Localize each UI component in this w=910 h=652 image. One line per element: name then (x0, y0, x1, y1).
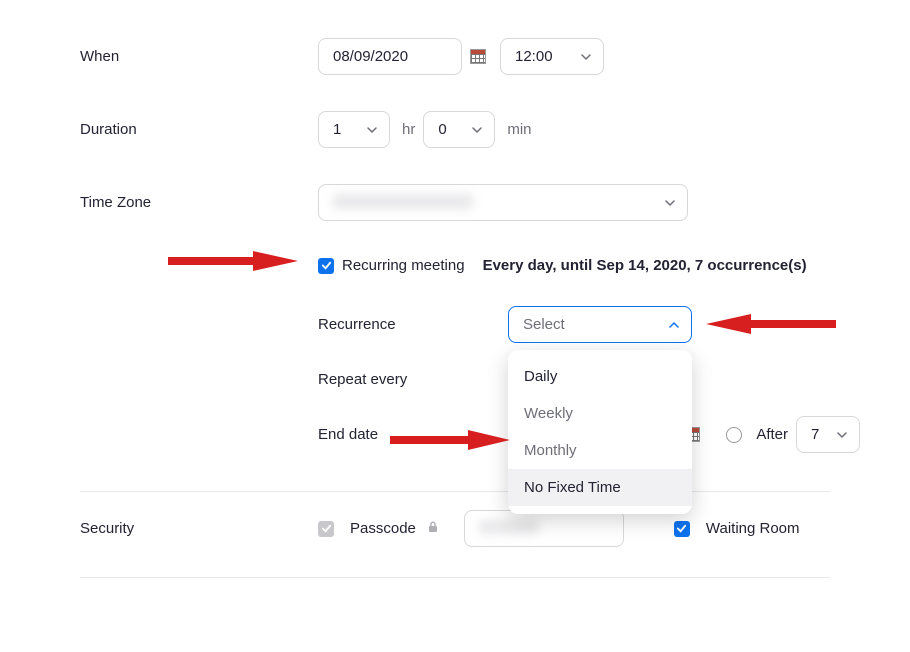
passcode-checkbox (318, 521, 334, 537)
enddate-row: End date After 7 (50, 402, 860, 479)
minutes-select[interactable]: 0 (423, 111, 495, 148)
when-label: When (80, 48, 318, 65)
min-label: min (507, 121, 531, 138)
passcode-input[interactable]: xxxxx (464, 510, 624, 547)
duration-row: Duration 1 hr 0 min (50, 93, 860, 166)
hr-label: hr (402, 121, 415, 138)
after-label: After (756, 426, 788, 443)
date-input[interactable]: 08/09/2020 (318, 38, 462, 75)
after-radio[interactable] (726, 427, 742, 443)
duration-content: 1 hr 0 min (318, 111, 532, 148)
annotation-arrow-1 (168, 243, 298, 279)
duration-label: Duration (80, 121, 318, 138)
dropdown-item-monthly[interactable]: Monthly (508, 432, 692, 469)
security-row: Security Passcode xxxxx Waiting Room (50, 492, 860, 565)
when-content: 08/09/2020 12:00 (318, 38, 604, 75)
time-value: 12:00 (515, 48, 553, 65)
chevron-up-icon (669, 320, 679, 330)
timezone-select[interactable]: xxxxxxxxxxx (318, 184, 688, 221)
recurring-row: Recurring meeting Every day, until Sep 1… (50, 239, 860, 292)
calendar-icon[interactable] (470, 49, 486, 65)
lock-icon (428, 520, 438, 537)
dropdown-item-weekly[interactable]: Weekly (508, 395, 692, 432)
after-select[interactable]: 7 (796, 416, 860, 453)
time-select[interactable]: 12:00 (500, 38, 604, 75)
enddate-label: End date (318, 426, 484, 443)
recurrence-label: Recurrence (318, 316, 508, 333)
timezone-row: Time Zone xxxxxxxxxxx (50, 166, 860, 239)
annotation-arrow-2 (706, 306, 836, 342)
recurrence-dropdown: Daily Weekly Monthly No Fixed Time (508, 350, 692, 514)
passcode-label: Passcode (350, 520, 416, 537)
minutes-value: 0 (438, 121, 446, 138)
timezone-value: xxxxxxxxxxx (333, 194, 473, 209)
chevron-down-icon (665, 198, 675, 208)
dropdown-item-nofixed[interactable]: No Fixed Time (508, 469, 692, 506)
after-value: 7 (811, 426, 819, 443)
enddate-content: After 7 (684, 416, 860, 453)
when-row: When 08/09/2020 12:00 (50, 20, 860, 93)
waiting-room-label: Waiting Room (706, 520, 800, 537)
chevron-down-icon (837, 430, 847, 440)
chevron-down-icon (367, 125, 377, 135)
recurrence-row: Recurrence Select Daily Weekly Monthly N… (50, 292, 860, 357)
repeat-row: Repeat every (50, 357, 860, 402)
recurrence-select-wrap: Select Daily Weekly Monthly No Fixed Tim… (508, 306, 692, 343)
recurring-checkbox[interactable] (318, 258, 334, 274)
waiting-room-checkbox[interactable] (674, 521, 690, 537)
repeat-label: Repeat every (318, 371, 508, 388)
dropdown-item-daily[interactable]: Daily (508, 358, 692, 395)
recurring-summary: Every day, until Sep 14, 2020, 7 occurre… (483, 257, 807, 274)
hours-select[interactable]: 1 (318, 111, 390, 148)
recurrence-placeholder: Select (523, 316, 565, 333)
security-content: Passcode xxxxx Waiting Room (318, 510, 800, 547)
timezone-content: xxxxxxxxxxx (318, 184, 688, 221)
recurrence-select[interactable]: Select (508, 306, 692, 343)
hours-value: 1 (333, 121, 341, 138)
recurring-checkbox-label: Recurring meeting (342, 257, 465, 274)
chevron-down-icon (581, 52, 591, 62)
passcode-value: xxxxx (479, 520, 539, 534)
security-label: Security (80, 520, 318, 537)
chevron-down-icon (472, 125, 482, 135)
timezone-label: Time Zone (80, 194, 318, 211)
divider (80, 577, 830, 578)
